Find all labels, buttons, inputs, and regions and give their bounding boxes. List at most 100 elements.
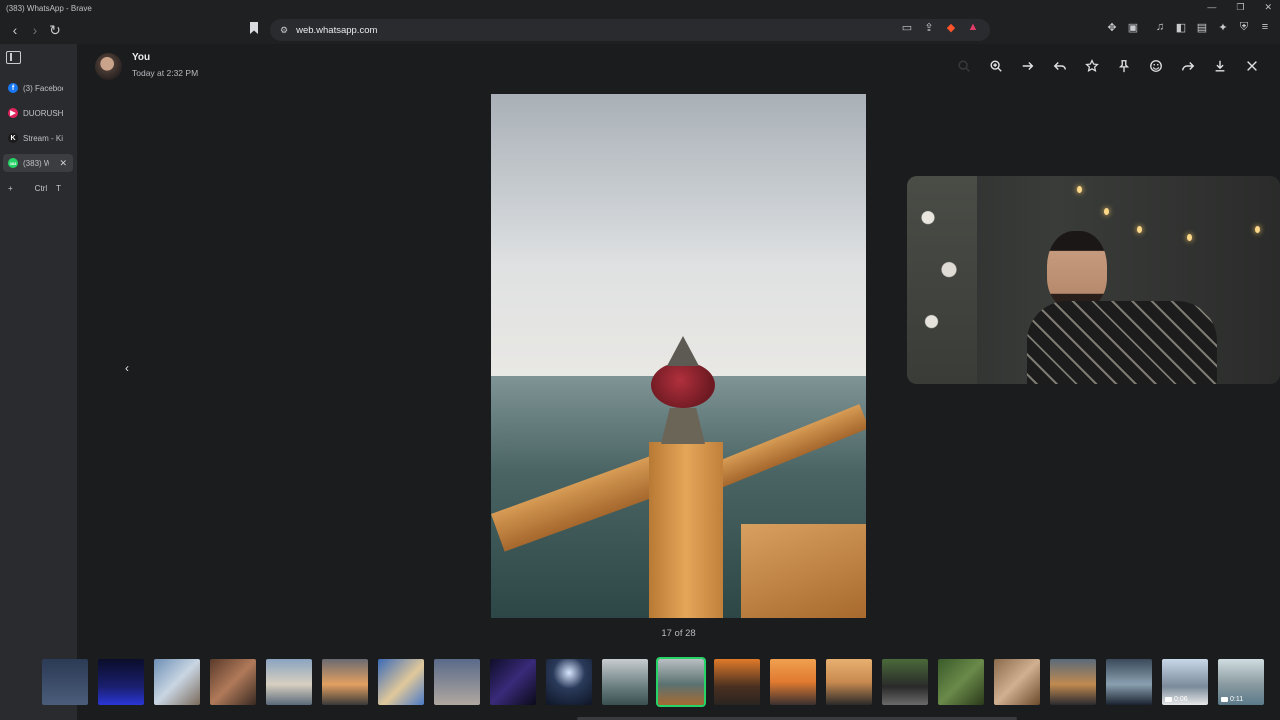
media-counter: 17 of 28 bbox=[661, 628, 696, 639]
browser-toolbar: ‹ › ↻ ⚙ web.whatsapp.com ▭ ⇪ ◆ ▲ ✥ ▣ ♫ ◧… bbox=[0, 16, 1280, 44]
media-thumbnail[interactable] bbox=[210, 659, 256, 705]
streamer-head bbox=[1047, 231, 1107, 309]
download-icon[interactable] bbox=[1204, 58, 1236, 74]
sidebar-toggle-icon[interactable] bbox=[6, 51, 21, 64]
window-titlebar: (383) WhatsApp - Brave — ❐ ✕ bbox=[0, 0, 1280, 16]
video-duration: 0:11 bbox=[1230, 696, 1244, 703]
media-thumbnail[interactable] bbox=[994, 659, 1040, 705]
restore-icon[interactable]: ❐ bbox=[1236, 2, 1244, 13]
close-window-icon[interactable]: ✕ bbox=[1264, 2, 1272, 13]
light-bulb bbox=[1077, 186, 1082, 193]
media-thumbnail[interactable] bbox=[266, 659, 312, 705]
address-bar[interactable]: ⚙ web.whatsapp.com bbox=[270, 19, 990, 41]
screenshot-icon[interactable]: ▣ bbox=[1126, 20, 1140, 34]
tab-label: (3) Facebook bbox=[23, 83, 63, 93]
pin-icon[interactable] bbox=[1108, 58, 1140, 74]
media-thumbnail[interactable] bbox=[42, 659, 88, 705]
media-thumbnail[interactable] bbox=[322, 659, 368, 705]
media-thumbnail[interactable] bbox=[378, 659, 424, 705]
video-camera-icon bbox=[1221, 697, 1228, 702]
tab-item[interactable]: 383 (383) WhatsApp ✕ bbox=[3, 154, 73, 172]
arrow-right-icon[interactable] bbox=[1012, 58, 1044, 74]
reload-icon[interactable]: ↻ bbox=[45, 20, 65, 40]
forward-nav-icon[interactable]: › bbox=[25, 20, 45, 40]
tab-label: DUORUSH bbox=[23, 108, 63, 118]
sidebar-panel-icon[interactable]: ◧ bbox=[1174, 20, 1188, 34]
media-thumbnail[interactable] bbox=[714, 659, 760, 705]
photo-lamp bbox=[651, 362, 715, 408]
toolbar-right-icons: ✥ ▣ ♫ ◧ ▤ ✦ ⛨ ≡ bbox=[1105, 20, 1272, 34]
brave-shields-icon[interactable]: ◆ bbox=[944, 20, 958, 34]
vertical-tabs-sidebar: f (3) Facebook ▶ DUORUSH K Stream - Kick 383 (3… bbox=[0, 44, 77, 720]
close-icon[interactable] bbox=[1236, 58, 1268, 74]
photo-post bbox=[649, 442, 723, 618]
media-thumbnail[interactable] bbox=[1050, 659, 1096, 705]
menu-icon[interactable]: ≡ bbox=[1258, 20, 1272, 34]
media-thumbnail[interactable] bbox=[656, 657, 706, 707]
media-icon[interactable]: ♫ bbox=[1153, 20, 1167, 34]
tab-label: Stream - Kick bbox=[23, 133, 63, 143]
media-thumbnail[interactable] bbox=[826, 659, 872, 705]
shortcut-t: T bbox=[56, 184, 62, 193]
media-viewer: You Today at 2:32 PM ‹ 17 of 28 0:06 0:1… bbox=[42, 44, 1280, 720]
light-bulb bbox=[1104, 208, 1109, 215]
extensions-icon[interactable]: ✥ bbox=[1105, 20, 1119, 34]
media-thumbnail[interactable] bbox=[490, 659, 536, 705]
back-icon[interactable]: ‹ bbox=[5, 20, 25, 40]
zoom-in-icon[interactable] bbox=[980, 58, 1012, 74]
site-settings-icon[interactable]: ⚙ bbox=[280, 25, 288, 36]
media-thumbnail[interactable]: 0:11 bbox=[1218, 659, 1264, 705]
tab-favicon-icon: 383 bbox=[8, 158, 18, 168]
media-thumbnail[interactable] bbox=[602, 659, 648, 705]
sender-name: You bbox=[132, 52, 151, 63]
tab-close-icon[interactable]: ✕ bbox=[59, 158, 67, 169]
brave-rewards-icon[interactable]: ▲ bbox=[966, 20, 980, 34]
wallet-icon[interactable]: ▤ bbox=[1195, 20, 1209, 34]
forward-icon[interactable] bbox=[1172, 58, 1204, 74]
streamer bbox=[1027, 231, 1217, 384]
tab-item[interactable]: f (3) Facebook bbox=[3, 79, 73, 97]
previous-media-button[interactable]: ‹ bbox=[117, 358, 137, 378]
media-thumbnail[interactable] bbox=[938, 659, 984, 705]
tab-item[interactable]: K Stream - Kick bbox=[3, 129, 73, 147]
plus-icon: + bbox=[8, 184, 13, 193]
light-bulb bbox=[1255, 226, 1260, 233]
media-image bbox=[491, 94, 866, 618]
cast-icon[interactable]: ▭ bbox=[900, 20, 914, 34]
share-icon[interactable]: ⇪ bbox=[922, 20, 936, 34]
video-badge: 0:06 bbox=[1165, 696, 1188, 703]
streamer-torso bbox=[1027, 301, 1217, 384]
media-thumbnail[interactable] bbox=[882, 659, 928, 705]
url-text: web.whatsapp.com bbox=[296, 24, 378, 36]
thumbnail-strip: 0:06 0:11 bbox=[42, 655, 1280, 709]
emoji-icon[interactable] bbox=[1140, 58, 1172, 74]
media-thumbnail[interactable] bbox=[98, 659, 144, 705]
new-tab-button[interactable]: + Ctrl T bbox=[8, 184, 61, 193]
window-controls: — ❐ ✕ bbox=[1207, 2, 1272, 13]
tab-favicon-icon: ▶ bbox=[8, 108, 18, 118]
video-badge: 0:11 bbox=[1221, 696, 1243, 703]
bookmark-icon[interactable] bbox=[249, 21, 259, 35]
leo-ai-icon[interactable]: ✦ bbox=[1216, 20, 1230, 34]
star-icon[interactable] bbox=[1076, 58, 1108, 74]
message-timestamp: Today at 2:32 PM bbox=[132, 68, 199, 78]
search-icon bbox=[948, 58, 980, 74]
media-thumbnail[interactable] bbox=[1106, 659, 1152, 705]
media-thumbnail[interactable] bbox=[154, 659, 200, 705]
media-thumbnail[interactable] bbox=[546, 659, 592, 705]
webcam-flowers bbox=[907, 176, 977, 384]
webcam-overlay bbox=[907, 176, 1280, 384]
address-bar-actions: ▭ ⇪ ◆ ▲ bbox=[900, 20, 980, 34]
tab-item[interactable]: ▶ DUORUSH bbox=[3, 104, 73, 122]
vpn-icon[interactable]: ⛨ bbox=[1237, 20, 1251, 34]
photo-sky bbox=[491, 94, 866, 379]
viewer-actions bbox=[948, 58, 1268, 74]
media-thumbnail[interactable] bbox=[434, 659, 480, 705]
reply-icon[interactable] bbox=[1044, 58, 1076, 74]
avatar[interactable] bbox=[95, 53, 122, 80]
tab-favicon-icon: f bbox=[8, 83, 18, 93]
media-thumbnail[interactable]: 0:06 bbox=[1162, 659, 1208, 705]
minimize-icon[interactable]: — bbox=[1207, 2, 1216, 13]
media-thumbnail[interactable] bbox=[770, 659, 816, 705]
window-title: (383) WhatsApp - Brave bbox=[6, 4, 92, 13]
